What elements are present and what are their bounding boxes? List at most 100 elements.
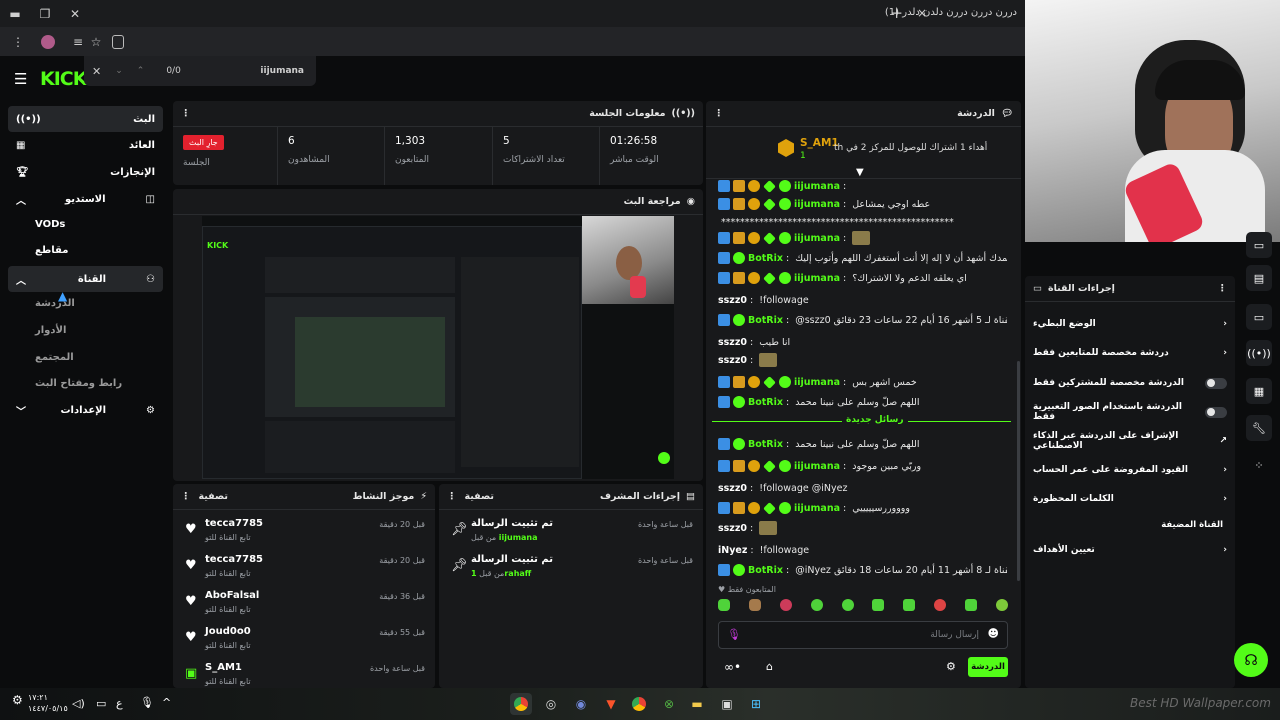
chat-scrollbar[interactable]	[1017, 361, 1020, 581]
sidebar-item-stream[interactable]: ((•)) البث	[8, 106, 163, 132]
kick-logo[interactable]: KICK	[40, 68, 87, 90]
chat-username[interactable]: sszz0	[718, 355, 747, 366]
emote-icon[interactable]	[779, 599, 792, 611]
chrome-icon[interactable]	[510, 693, 532, 715]
chat-username[interactable]: iijumana	[794, 273, 840, 284]
chat-message[interactable]: iNyez: !followage	[718, 541, 1007, 559]
emote-icon[interactable]	[872, 599, 885, 611]
chat-message[interactable]: iijumana: ووووررسيييييي	[718, 499, 1007, 517]
chat-input[interactable]: 🎙︎ إرسال رسالة ☻	[718, 621, 1008, 649]
chat-message[interactable]: iijumana: خمس اشهر بس	[718, 373, 1007, 391]
chat-message[interactable]: iijumana: اي يعلقه الدعم ولا الاشتراك؟	[718, 269, 1007, 287]
pinned-user[interactable]: S_AM1	[800, 137, 839, 149]
sidebar-item-channel[interactable]: ︿ القناة ⚇	[8, 266, 163, 292]
volume-icon[interactable]: ◁)	[72, 697, 85, 710]
sidebar-item-revenue[interactable]: ▦ العائد	[8, 132, 163, 158]
sidebar-item-settings[interactable]: ﹀ الإعدادات ⚙	[8, 397, 163, 423]
sidebar-sub-chat[interactable]: الدردشة	[35, 298, 75, 309]
activity-user[interactable]: tecca7785	[205, 518, 263, 529]
channel-action-subscribers-only[interactable]: الدردشة مخصصة للمشتركين فقط	[1025, 369, 1235, 397]
chat-message[interactable]: iijumana: عطه اوجي يمشاعل	[718, 195, 1007, 213]
brave-icon[interactable]: ▼	[600, 693, 622, 715]
wifi-icon[interactable]: ⚙	[12, 693, 23, 707]
more-menu-icon[interactable]: ⋮	[181, 108, 191, 119]
discord-icon[interactable]: ◉	[570, 693, 592, 715]
chat-username[interactable]: iijumana	[794, 377, 840, 388]
chat-message[interactable]: sszz0:	[718, 351, 1007, 369]
activity-user[interactable]: S_AM1	[205, 662, 242, 673]
sidebar-sub-vods[interactable]: VODs	[35, 219, 65, 230]
find-next-icon[interactable]: ⌄	[115, 66, 123, 76]
sidebar-sub-roles[interactable]: الأدوار	[35, 325, 66, 336]
support-headset-icon[interactable]: ☊	[1234, 643, 1268, 677]
filter-button[interactable]: تصفية	[199, 491, 228, 502]
folder-icon[interactable]: ▬	[686, 693, 708, 715]
chevron-up-icon[interactable]: ^	[162, 696, 171, 709]
chat-message[interactable]: sszz0:	[718, 519, 1007, 537]
network-icon[interactable]: ▭	[96, 697, 106, 710]
more-menu-icon[interactable]: ⋮	[714, 108, 724, 119]
pinned-message[interactable]: S_AM1 1 أهداء 1 اشتراك للوصول للمركز 2 ف…	[706, 127, 1021, 179]
find-prev-icon[interactable]: ⌃	[137, 66, 145, 76]
sidebar-item-studio[interactable]: ︿ الاستديو ◫	[8, 186, 163, 212]
chat-username[interactable]: sszz0	[718, 483, 747, 494]
chat-message[interactable]: sszz0: !followage	[718, 291, 1007, 309]
mod-action-row[interactable]: 📌︎ تم تثبيت الرسالة من قبل iijumana قبل …	[439, 518, 703, 554]
rail-wrench-icon[interactable]: 🔧︎	[1246, 415, 1272, 441]
rail-chat-icon[interactable]: ▭	[1246, 304, 1272, 330]
more-menu-icon[interactable]: ⋮	[447, 491, 457, 502]
chat-username[interactable]: iijumana	[794, 461, 840, 472]
chat-message[interactable]: BotRix: @iNyez يتابع هذه القناة لـ 8 أشهر…	[718, 561, 1007, 579]
chat-message[interactable]: iijumana: وربّي مبين موجود	[718, 457, 1007, 475]
emote-icon[interactable]	[903, 599, 916, 611]
tab-title[interactable]: دررن دررن دررن دلدن دلدر (1)	[885, 7, 1017, 18]
rail-apps-icon[interactable]: ⁘	[1246, 452, 1272, 478]
rail-broadcast-icon[interactable]: ((•))	[1246, 340, 1272, 366]
activity-row[interactable]: ♥ AboFalsal تابع القناة للتو قبل 36 دقيق…	[173, 590, 435, 626]
chat-username[interactable]: sszz0	[718, 523, 747, 534]
window-close-icon[interactable]: ✕	[60, 0, 90, 27]
rail-document-icon[interactable]: ▤	[1246, 265, 1272, 291]
minimize-icon[interactable]: ▬	[0, 0, 30, 27]
chat-username[interactable]: sszz0	[718, 295, 747, 306]
emote-icon[interactable]	[965, 599, 977, 611]
rail-layout-icon[interactable]: ▦	[1246, 378, 1272, 404]
toggle-switch[interactable]	[1205, 406, 1227, 418]
send-chat-button[interactable]: الدردشة	[968, 657, 1008, 677]
chat-username[interactable]: sszz0	[718, 337, 747, 348]
activity-user[interactable]: Joud0o0	[205, 626, 251, 637]
channel-action-ai-moderation[interactable]: الإشراف على الدردشة عبر الذكاء الاصطناعي…	[1025, 427, 1235, 455]
bookmark-star-icon[interactable]: ☆	[84, 30, 108, 54]
rail-button[interactable]: ▭	[1246, 232, 1272, 258]
sidebar-item-achievements[interactable]: 🏆︎ الإنجازات	[8, 159, 163, 185]
store-icon[interactable]: ▣	[716, 693, 738, 715]
gear-icon[interactable]: ⚙	[946, 660, 956, 673]
chrome-icon[interactable]	[628, 693, 650, 715]
chat-username[interactable]: iijumana	[794, 181, 840, 192]
extension-icon[interactable]	[106, 30, 130, 54]
emote-icon[interactable]	[748, 599, 761, 611]
activity-row[interactable]: ♥ tecca7785 تابع القناة للتو قبل 20 دقيق…	[173, 554, 435, 590]
restore-icon[interactable]: ❐	[30, 0, 60, 27]
more-menu-icon[interactable]: ⋮	[6, 30, 30, 54]
hamburger-menu-icon[interactable]: ☰	[14, 70, 27, 88]
find-input[interactable]: iijumana	[260, 66, 304, 76]
stream-preview-video[interactable]: KICK	[202, 216, 674, 479]
emote-icon[interactable]	[934, 599, 947, 611]
activity-row[interactable]: ♥ tecca7785 تابع القناة للتو قبل 20 دقيق…	[173, 518, 435, 554]
chat-message[interactable]: sszz0: انا طيب	[718, 333, 1007, 351]
chat-message[interactable]: BotRix: @sszz0 يتابع هذه القناة لـ 5 أشهر…	[718, 311, 1007, 329]
activity-row[interactable]: ▣ S_AM1 تابع القناة للتو قبل ساعة واحدة	[173, 662, 435, 688]
chat-username[interactable]: BotRix	[748, 397, 783, 408]
mod-action-user[interactable]: iijumana	[499, 533, 538, 542]
find-close-icon[interactable]: ✕	[92, 65, 101, 78]
language-indicator[interactable]: ع	[116, 697, 123, 710]
microphone-icon[interactable]: 🎙︎	[140, 696, 154, 709]
sidebar-sub-stream-key[interactable]: رابط ومفتاح البث	[35, 378, 122, 389]
more-menu-icon[interactable]: ⋮	[181, 491, 191, 502]
chat-message[interactable]: BotRix: اللهم صلّ وسلم على نبينا محمد	[718, 393, 1007, 411]
chat-message[interactable]: iijumana:	[718, 177, 1007, 195]
sidebar-sub-clips[interactable]: مقاطع	[35, 245, 68, 256]
channel-action-goals[interactable]: تعيين الأهداف ›	[1025, 536, 1235, 564]
chat-username[interactable]: iijumana	[794, 199, 840, 210]
